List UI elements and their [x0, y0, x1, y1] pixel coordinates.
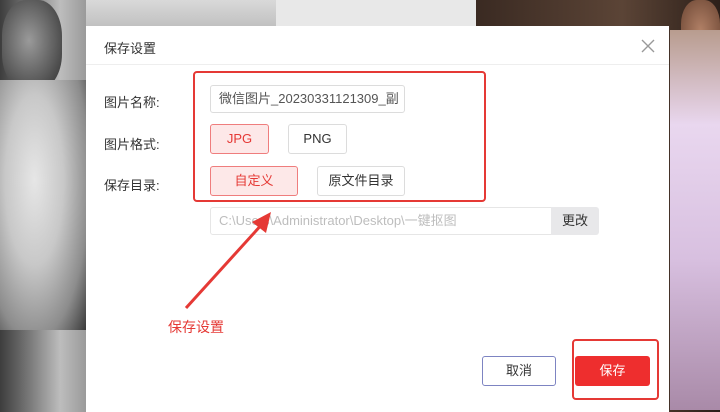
image-name-label: 图片名称:	[104, 95, 160, 110]
cancel-button[interactable]: 取消	[482, 356, 556, 386]
save-dir-label: 保存目录:	[104, 178, 160, 193]
save-highlight-box	[572, 339, 659, 400]
change-path-button[interactable]: 更改	[551, 207, 599, 235]
dialog-title: 保存设置	[104, 41, 157, 56]
dialog-header-divider	[86, 64, 669, 65]
background-right-figure	[670, 30, 720, 410]
close-icon[interactable]	[638, 36, 658, 56]
image-format-label: 图片格式:	[104, 137, 160, 152]
annotation-label: 保存设置	[168, 319, 224, 335]
background-top-door	[276, 0, 476, 28]
settings-highlight-box	[193, 71, 486, 202]
background-top-photo	[86, 0, 476, 28]
arrow-icon	[184, 212, 271, 310]
background-left-head	[2, 0, 62, 90]
background-left-photo	[0, 0, 86, 412]
background-left-figure	[0, 80, 86, 330]
